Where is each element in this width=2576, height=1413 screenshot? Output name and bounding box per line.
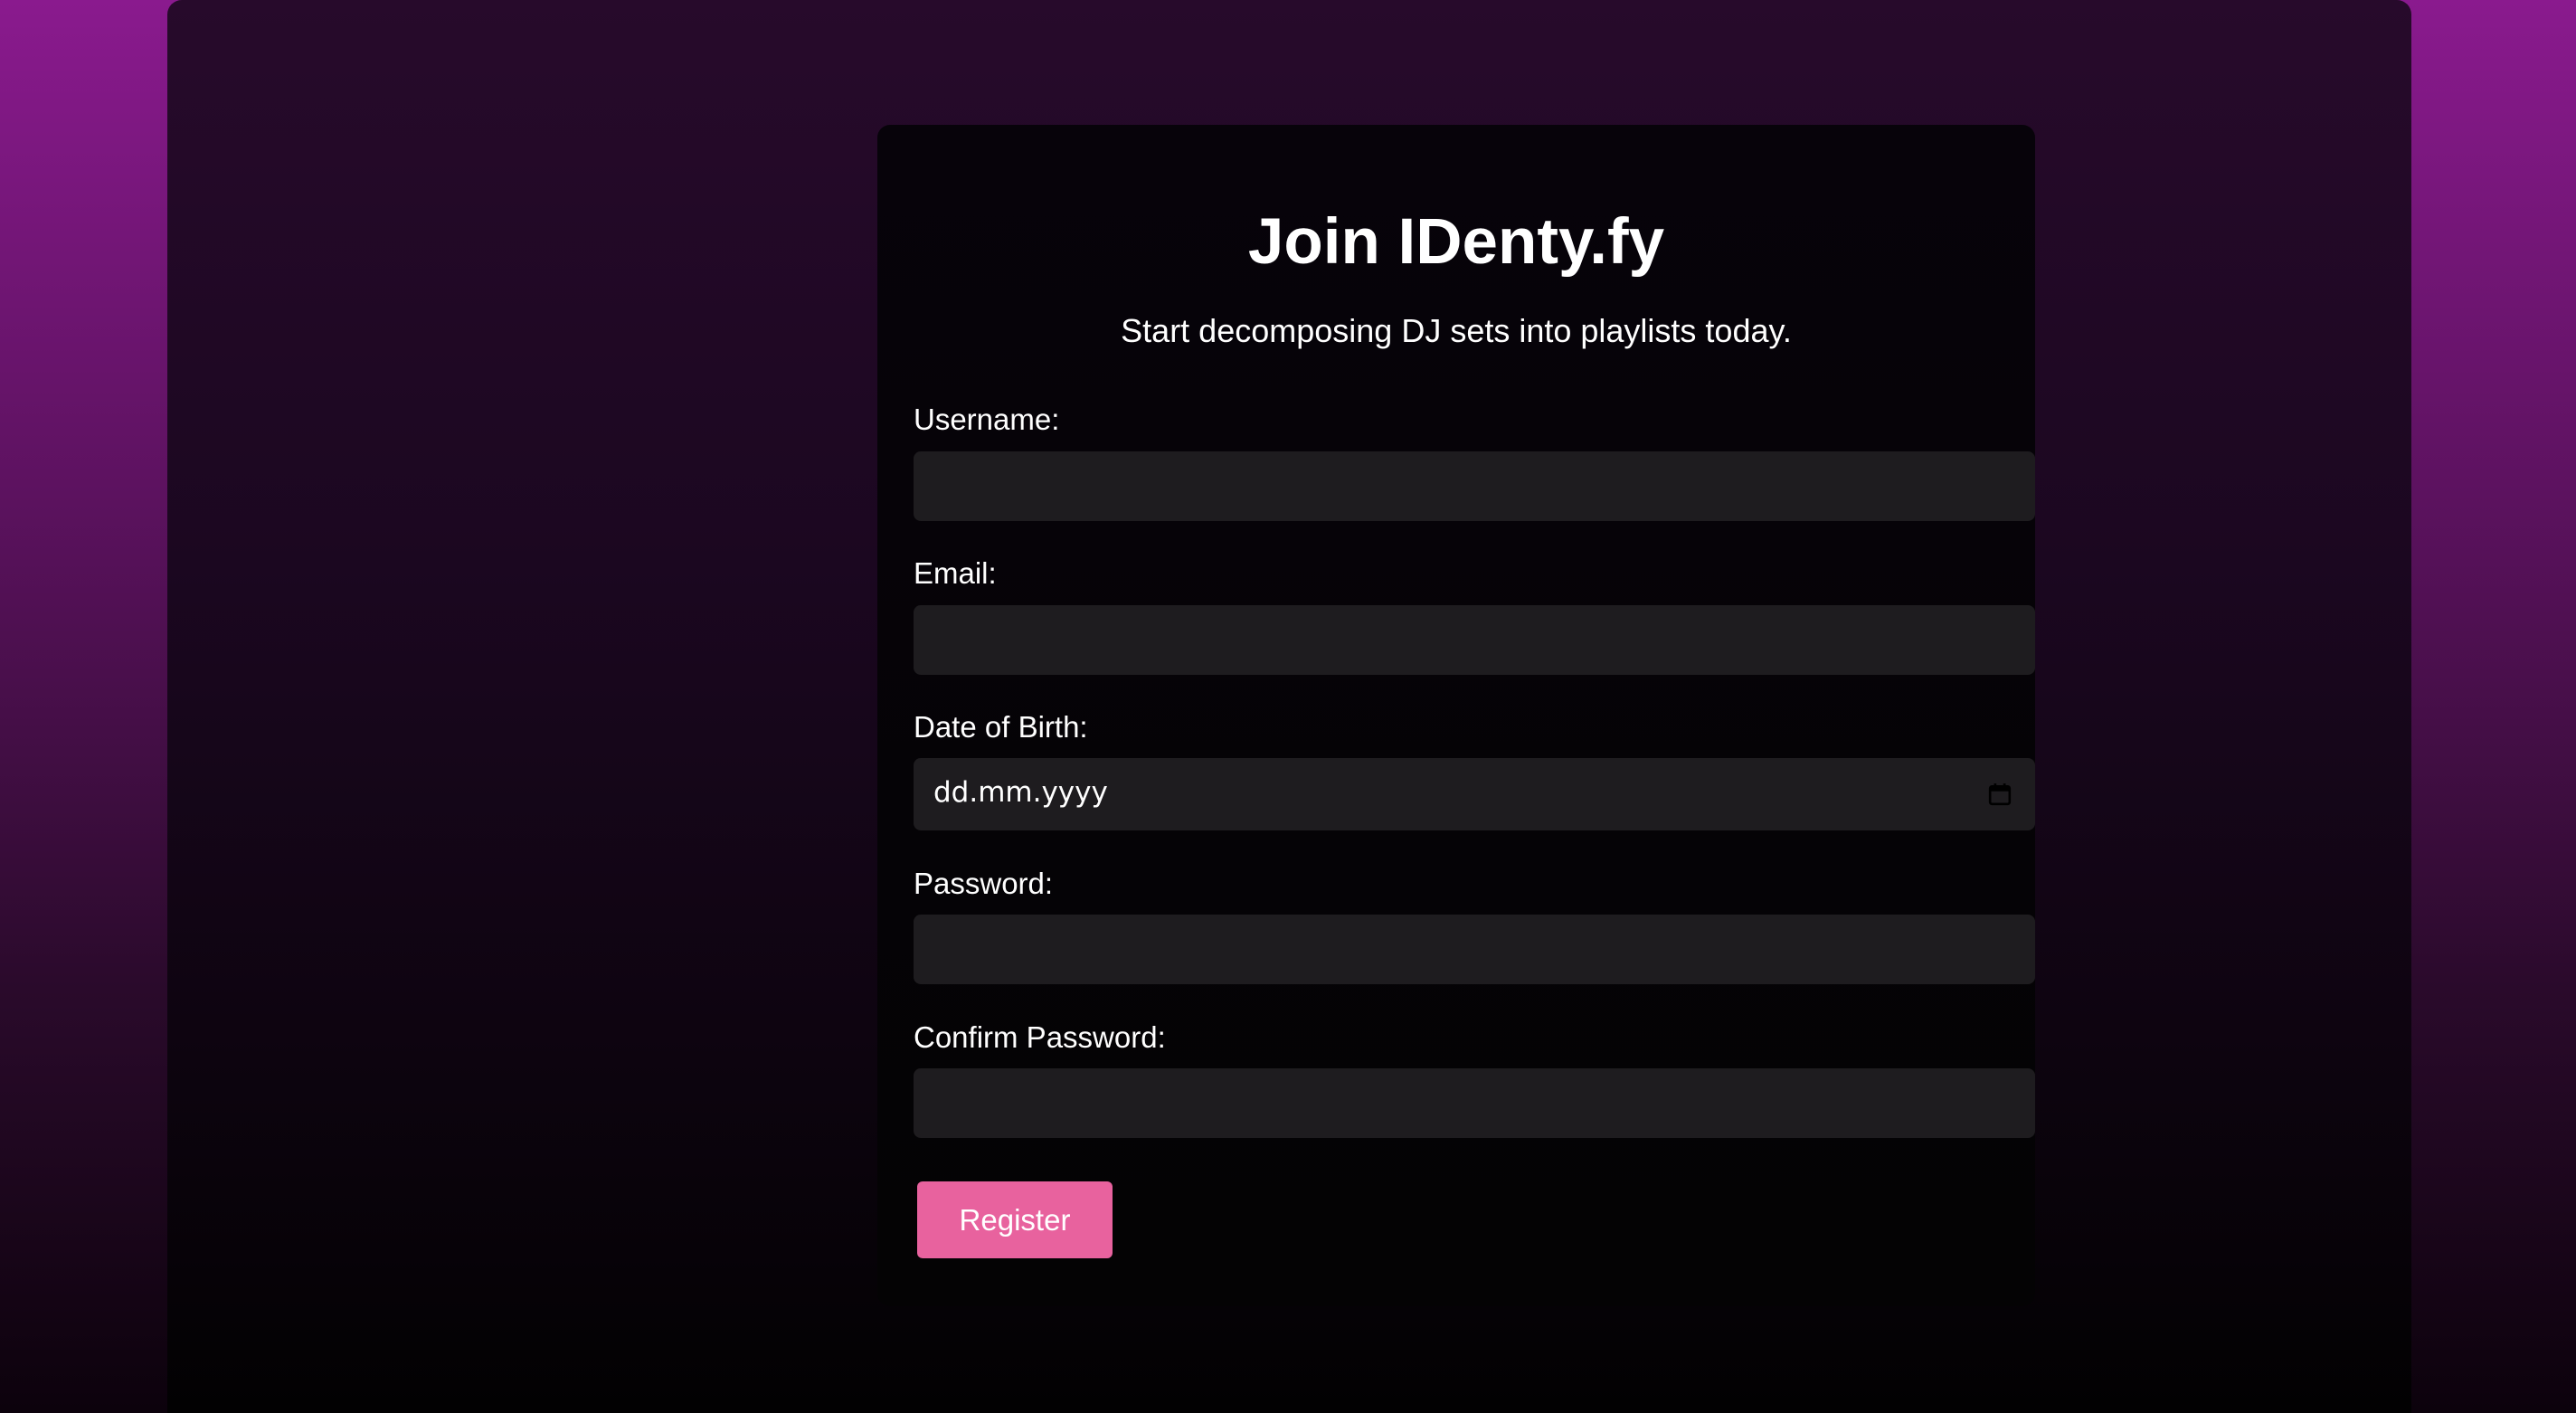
confirm-password-input[interactable] <box>914 1068 2035 1138</box>
dob-placeholder: dd.mm.yyyy <box>933 776 1108 809</box>
password-input[interactable] <box>914 915 2035 984</box>
confirm-password-label: Confirm Password: <box>914 1020 1166 1054</box>
email-input[interactable] <box>914 605 2035 675</box>
page-subtitle: Start decomposing DJ sets into playlists… <box>1121 312 1792 349</box>
register-button[interactable]: Register <box>917 1181 1113 1258</box>
page-title: Join IDenty.fy <box>1247 206 1665 278</box>
calendar-icon[interactable] <box>1988 782 2012 806</box>
dob-input[interactable]: dd.mm.yyyy <box>914 758 2035 830</box>
page-frame: Join IDenty.fy Start decomposing DJ sets… <box>167 0 2411 1413</box>
password-label: Password: <box>914 867 1054 900</box>
username-input[interactable] <box>914 451 2035 521</box>
email-label: Email: <box>914 556 997 590</box>
username-label: Username: <box>914 403 1060 436</box>
register-card: Join IDenty.fy Start decomposing DJ sets… <box>877 125 2035 1306</box>
dob-label: Date of Birth: <box>914 710 1088 744</box>
